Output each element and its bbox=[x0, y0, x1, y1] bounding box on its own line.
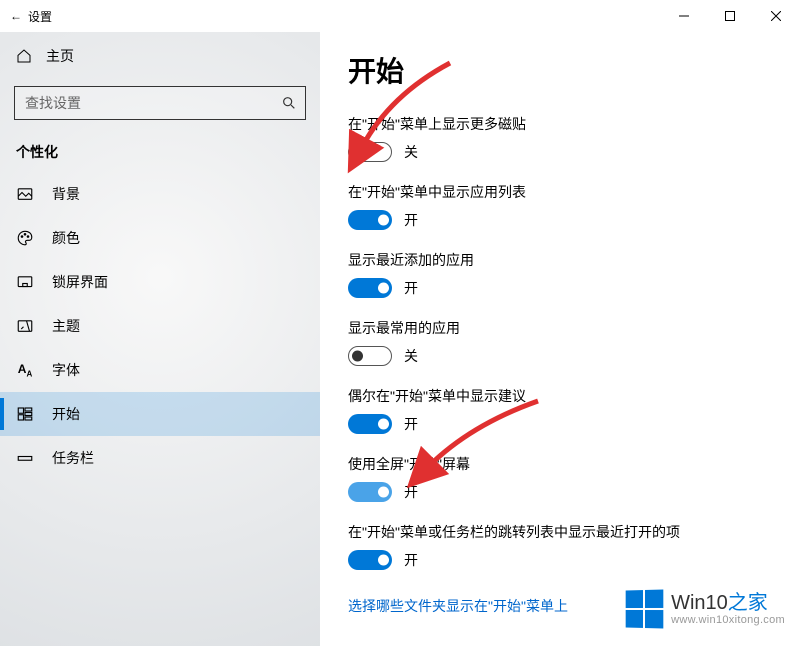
setting-label: 显示最近添加的应用 bbox=[348, 250, 771, 270]
back-icon: ← bbox=[10, 9, 22, 23]
sidebar-item-colors[interactable]: 颜色 bbox=[0, 216, 320, 260]
lockscreen-icon bbox=[16, 273, 34, 291]
sidebar-item-taskbar[interactable]: 任务栏 bbox=[0, 436, 320, 480]
toggle-state: 关 bbox=[404, 346, 418, 366]
toggle-fullscreen-start[interactable] bbox=[348, 482, 392, 502]
minimize-button[interactable] bbox=[661, 0, 707, 32]
search-box[interactable] bbox=[14, 86, 306, 120]
close-button[interactable] bbox=[753, 0, 799, 32]
toggle-state: 开 bbox=[404, 550, 418, 570]
toggle-state: 关 bbox=[404, 142, 418, 162]
setting-label: 在"开始"菜单上显示更多磁贴 bbox=[348, 114, 771, 134]
nav-list: 背景 颜色 锁屏界面 主题 AA 字体 bbox=[0, 172, 320, 480]
search-icon bbox=[281, 95, 297, 111]
window-title: 设置 bbox=[28, 8, 52, 25]
setting-jumplist-recent: 在"开始"菜单或任务栏的跳转列表中显示最近打开的项 开 bbox=[348, 522, 771, 570]
toggle-state: 开 bbox=[404, 210, 418, 230]
toggle-app-list[interactable] bbox=[348, 210, 392, 230]
sidebar-item-label: 主题 bbox=[52, 316, 80, 336]
search-input[interactable] bbox=[25, 95, 281, 111]
page-title: 开始 bbox=[348, 50, 771, 90]
themes-icon bbox=[16, 317, 34, 335]
setting-fullscreen-start: 使用全屏"开始"屏幕 开 bbox=[348, 454, 771, 502]
toggle-most-used[interactable] bbox=[348, 346, 392, 366]
toggle-jumplist-recent[interactable] bbox=[348, 550, 392, 570]
setting-label: 显示最常用的应用 bbox=[348, 318, 771, 338]
setting-most-used: 显示最常用的应用 关 bbox=[348, 318, 771, 366]
titlebar: ← 设置 bbox=[0, 0, 799, 32]
question-heading: 有疑问? bbox=[348, 642, 771, 646]
picture-icon bbox=[16, 185, 34, 203]
fonts-icon: AA bbox=[16, 361, 34, 379]
setting-label: 在"开始"菜单中显示应用列表 bbox=[348, 182, 771, 202]
toggle-more-tiles[interactable] bbox=[348, 142, 392, 162]
setting-label: 偶尔在"开始"菜单中显示建议 bbox=[348, 386, 771, 406]
setting-recently-added: 显示最近添加的应用 开 bbox=[348, 250, 771, 298]
sidebar-item-start[interactable]: 开始 bbox=[0, 392, 320, 436]
setting-more-tiles: 在"开始"菜单上显示更多磁贴 关 bbox=[348, 114, 771, 162]
setting-suggestions: 偶尔在"开始"菜单中显示建议 开 bbox=[348, 386, 771, 434]
home-label: 主页 bbox=[46, 46, 74, 66]
content-pane: 开始 在"开始"菜单上显示更多磁贴 关 在"开始"菜单中显示应用列表 开 显示最… bbox=[320, 32, 799, 646]
watermark-text-en: Win10 bbox=[671, 592, 728, 614]
setting-label: 在"开始"菜单或任务栏的跳转列表中显示最近打开的项 bbox=[348, 522, 771, 542]
sidebar-item-background[interactable]: 背景 bbox=[0, 172, 320, 216]
palette-icon bbox=[16, 229, 34, 247]
sidebar-item-label: 任务栏 bbox=[52, 448, 94, 468]
maximize-button[interactable] bbox=[707, 0, 753, 32]
watermark-url: www.win10xitong.com bbox=[671, 615, 785, 626]
toggle-recently-added[interactable] bbox=[348, 278, 392, 298]
sidebar-item-label: 字体 bbox=[52, 360, 80, 380]
watermark: Win10之家 www.win10xitong.com bbox=[625, 590, 785, 628]
sidebar-item-themes[interactable]: 主题 bbox=[0, 304, 320, 348]
toggle-state: 开 bbox=[404, 414, 418, 434]
home-icon bbox=[16, 48, 32, 64]
sidebar: 主页 个性化 背景 颜色 锁屏界面 bbox=[0, 32, 320, 646]
toggle-state: 开 bbox=[404, 278, 418, 298]
sidebar-item-lockscreen[interactable]: 锁屏界面 bbox=[0, 260, 320, 304]
toggle-state: 开 bbox=[404, 482, 418, 502]
sidebar-item-label: 锁屏界面 bbox=[52, 272, 108, 292]
section-title: 个性化 bbox=[0, 136, 320, 172]
toggle-suggestions[interactable] bbox=[348, 414, 392, 434]
start-icon bbox=[16, 405, 34, 423]
setting-app-list: 在"开始"菜单中显示应用列表 开 bbox=[348, 182, 771, 230]
sidebar-item-fonts[interactable]: AA 字体 bbox=[0, 348, 320, 392]
folders-link[interactable]: 选择哪些文件夹显示在"开始"菜单上 bbox=[348, 596, 568, 616]
setting-label: 使用全屏"开始"屏幕 bbox=[348, 454, 771, 474]
sidebar-item-label: 颜色 bbox=[52, 228, 80, 248]
taskbar-icon bbox=[16, 449, 34, 467]
sidebar-item-label: 背景 bbox=[52, 184, 80, 204]
watermark-text-cn: 之家 bbox=[728, 592, 768, 614]
home-nav[interactable]: 主页 bbox=[0, 38, 320, 74]
windows-logo-icon bbox=[626, 589, 664, 628]
sidebar-item-label: 开始 bbox=[52, 404, 80, 424]
